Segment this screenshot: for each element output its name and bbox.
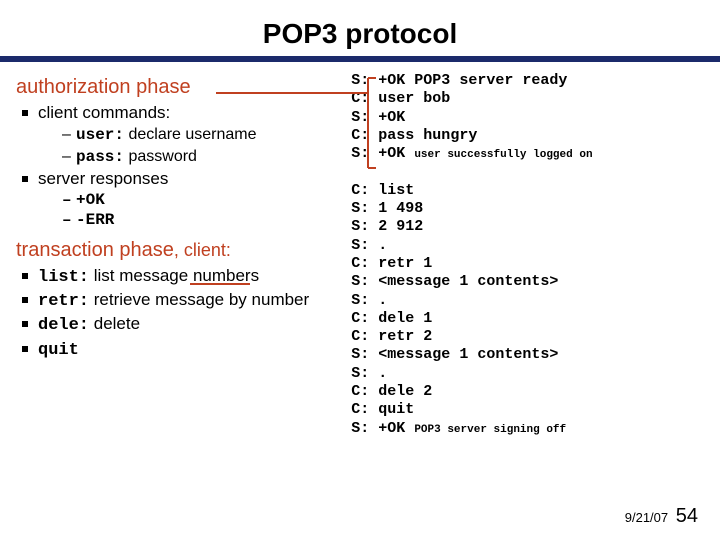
term-line: C: pass hungry [351, 127, 477, 144]
term-line: C: user bob [351, 90, 450, 107]
term-line-small: POP3 server signing off [414, 424, 566, 436]
text: declare username [124, 126, 257, 143]
left-column: authorization phase client commands: use… [16, 72, 345, 438]
trans-list: list: list message numbers retr: retriev… [16, 266, 339, 362]
trans-heading-a: transaction phase [16, 239, 174, 262]
term-gap [351, 163, 360, 180]
cmd: quit [38, 341, 79, 360]
term-line: C: quit [351, 401, 414, 418]
term-line: S: . [351, 292, 387, 309]
term-line: S: +OK [351, 109, 405, 126]
list-item: list: list message numbers [22, 266, 339, 288]
term-line: C: list [351, 182, 414, 199]
page-number: 54 [676, 505, 698, 527]
list-item: server responses +OK -ERR [22, 169, 339, 231]
trans-heading-b: , client: [174, 240, 231, 261]
terminal-block: S: +OK POP3 server ready C: user bob S: … [351, 72, 704, 438]
list-item: +OK [62, 191, 339, 210]
text: list message numbers [89, 266, 259, 285]
term-line: S: <message 1 contents> [351, 273, 558, 290]
text: client commands: [38, 103, 170, 122]
term-line: S: +OK POP3 server ready [351, 72, 567, 89]
auth-phase-heading: authorization phase [16, 76, 191, 99]
text: delete [89, 314, 140, 333]
list-item: retr: retrieve message by number [22, 290, 339, 312]
list-item: -ERR [62, 211, 339, 230]
slide-title: POP3 protocol [0, 0, 720, 56]
cmd: dele: [38, 316, 89, 335]
cmd: pass: [76, 148, 124, 166]
term-line: C: dele 1 [351, 310, 432, 327]
cmd: retr: [38, 292, 89, 311]
text: server responses [38, 169, 168, 188]
term-line: S: 1 498 [351, 200, 423, 217]
term-line: C: dele 2 [351, 383, 432, 400]
cmd: list: [38, 268, 89, 287]
cmd: user: [76, 126, 124, 144]
list-item: client commands: user: declare username … [22, 103, 339, 167]
text: password [124, 148, 197, 165]
term-line: C: retr 2 [351, 328, 432, 345]
term-line-small: user successfully logged on [414, 149, 592, 161]
right-column: S: +OK POP3 server ready C: user bob S: … [345, 72, 704, 438]
term-line: S: . [351, 365, 387, 382]
list-item: quit [22, 339, 339, 361]
footer-date: 9/21/07 [625, 510, 668, 525]
text: retrieve message by number [89, 290, 309, 309]
term-line: S: +OK [351, 145, 414, 162]
term-line: S: <message 1 contents> [351, 346, 558, 363]
term-line: S: +OK [351, 420, 414, 437]
footer: 9/21/07 54 [625, 505, 698, 528]
term-line: C: retr 1 [351, 255, 432, 272]
term-line: S: . [351, 237, 387, 254]
list-item: user: declare username [62, 125, 339, 145]
list-item: dele: delete [22, 314, 339, 336]
list-item: pass: password [62, 147, 339, 167]
term-line: S: 2 912 [351, 218, 423, 235]
trans-phase-heading: transaction phase, client: [16, 235, 339, 264]
auth-list: client commands: user: declare username … [16, 103, 339, 231]
